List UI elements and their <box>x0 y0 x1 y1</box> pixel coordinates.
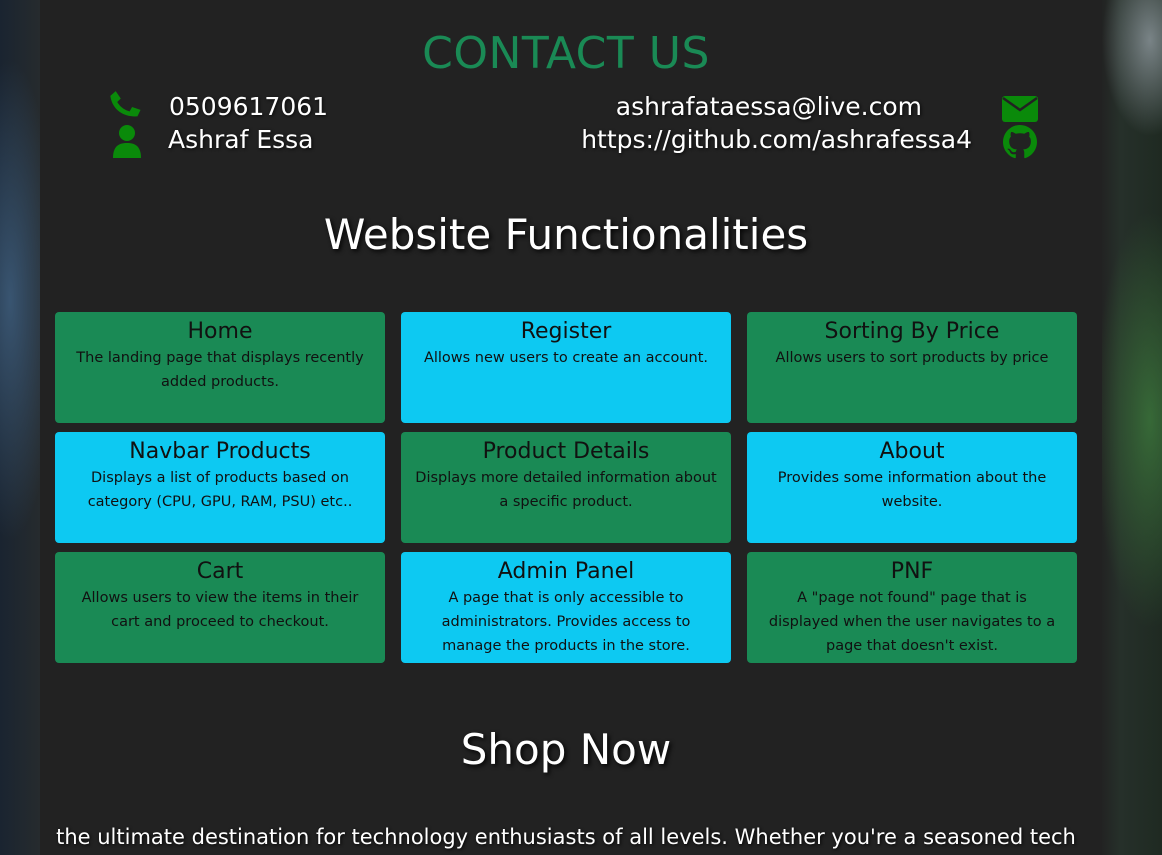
card-title: Sorting By Price <box>824 319 1000 344</box>
card-description: A "page not found" page that is displaye… <box>768 590 1056 654</box>
card-title: Cart <box>196 559 244 584</box>
contact-title: CONTACT US <box>422 28 710 79</box>
phone-number[interactable]: 0509617061 <box>169 92 328 121</box>
card-pnf: PNF A "page not found" page that is disp… <box>747 552 1077 663</box>
card-title: Product Details <box>482 439 650 464</box>
card-title: Register <box>520 319 612 344</box>
phone-icon <box>106 90 144 128</box>
functionalities-title: Website Functionalities <box>323 210 809 259</box>
github-icon[interactable] <box>1003 125 1037 163</box>
card-title: Home <box>187 319 253 344</box>
card-description: Allows users to view the items in their … <box>81 590 359 630</box>
card-sorting-by-price: Sorting By Price Allows users to sort pr… <box>747 312 1077 423</box>
card-navbar-products: Navbar Products Displays a list of produ… <box>55 432 385 543</box>
card-description: Allows users to sort products by price <box>775 350 1049 366</box>
card-description: Allows new users to create an account. <box>423 350 709 366</box>
card-description: Provides some information about the webs… <box>777 470 1047 510</box>
card-admin-panel: Admin Panel A page that is only accessib… <box>401 552 731 663</box>
user-icon <box>111 124 143 162</box>
email-link[interactable]: ashrafataessa@live.com <box>616 92 922 121</box>
card-description: The landing page that displays recently … <box>76 350 364 390</box>
github-link[interactable]: https://github.com/ashrafessa4 <box>581 125 972 154</box>
functionalities-grid: Home The landing page that displays rece… <box>55 312 1077 663</box>
card-description: Displays more detailed information about… <box>415 470 717 510</box>
envelope-icon[interactable] <box>1002 96 1038 126</box>
card-product-details: Product Details Displays more detailed i… <box>401 432 731 543</box>
card-about: About Provides some information about th… <box>747 432 1077 543</box>
card-title: Admin Panel <box>497 559 635 584</box>
shop-now-title: Shop Now <box>460 725 672 774</box>
contact-name: Ashraf Essa <box>168 125 314 154</box>
card-description: Displays a list of products based on cat… <box>87 470 353 510</box>
card-cart: Cart Allows users to view the items in t… <box>55 552 385 663</box>
card-register: Register Allows new users to create an a… <box>401 312 731 423</box>
card-home: Home The landing page that displays rece… <box>55 312 385 423</box>
shop-intro-text: the ultimate destination for technology … <box>56 825 1076 849</box>
card-description: A page that is only accessible to admini… <box>441 590 691 654</box>
card-title: About <box>879 439 945 464</box>
card-title: PNF <box>890 559 934 584</box>
card-title: Navbar Products <box>129 439 311 464</box>
